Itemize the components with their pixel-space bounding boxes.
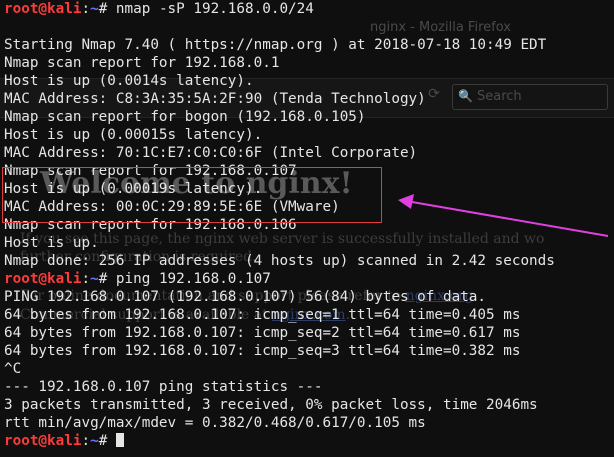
annotation-arrow-icon <box>398 194 609 237</box>
